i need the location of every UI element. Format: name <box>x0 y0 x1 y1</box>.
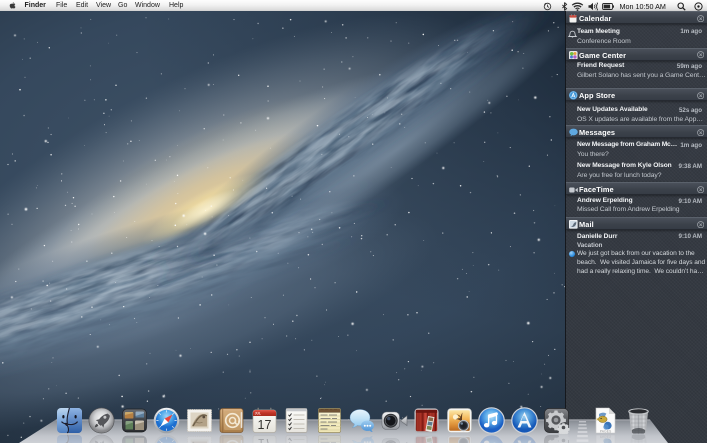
svg-text:PAGES: PAGES <box>600 429 612 433</box>
svg-text:JUL: JUL <box>254 412 260 416</box>
svg-text:17: 17 <box>257 418 271 432</box>
